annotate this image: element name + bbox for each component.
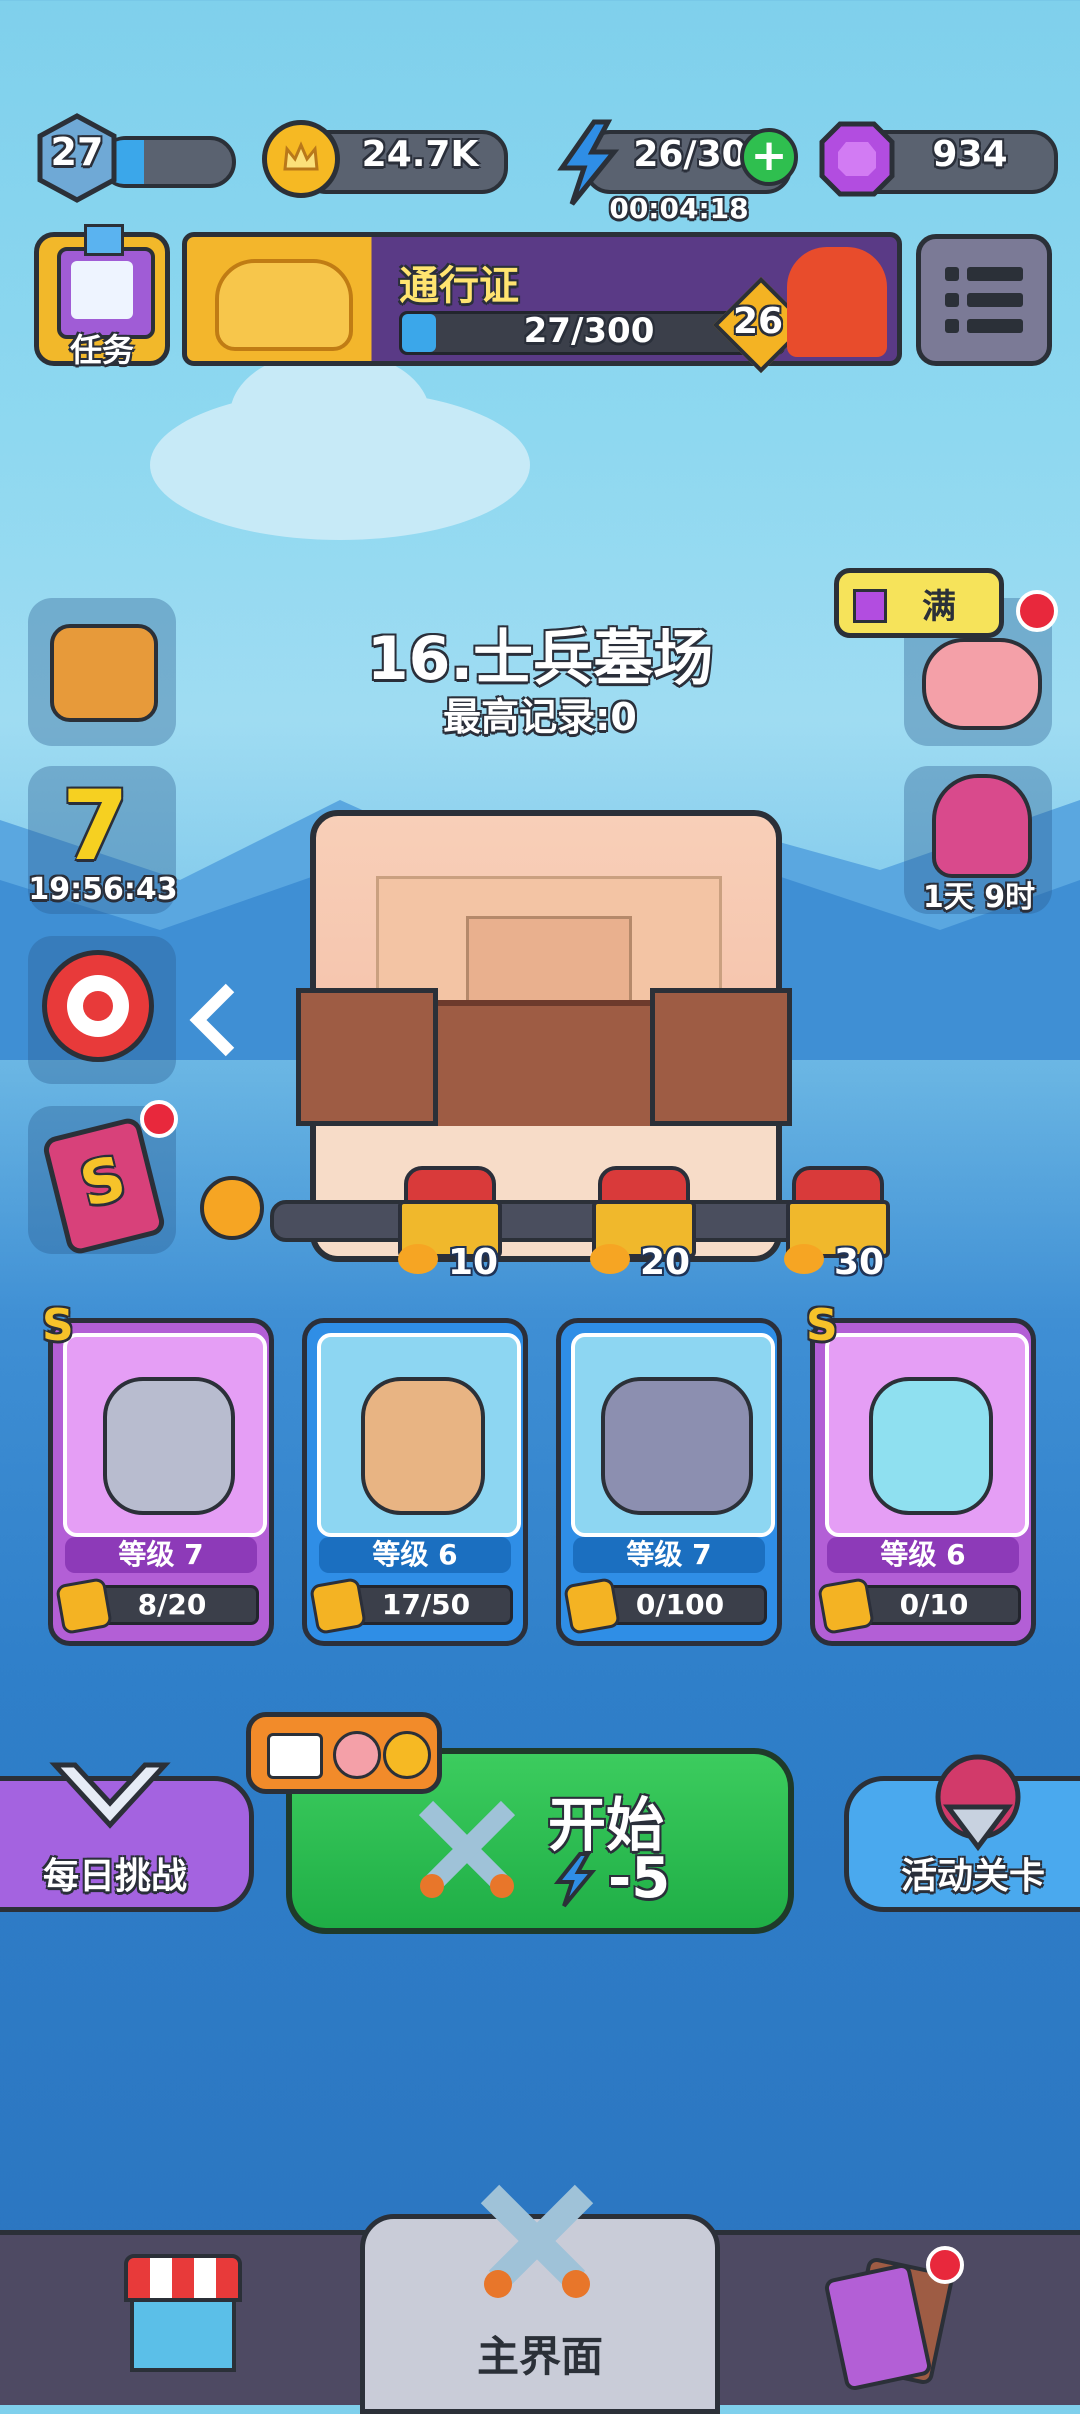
hero-portrait [869, 1377, 993, 1515]
energy-timer: 00:04:18 [609, 192, 749, 225]
sun-moon-icon [590, 1244, 630, 1274]
lucky-seven-timer: 19:56:43 [28, 872, 178, 907]
right-tower [650, 988, 792, 1126]
pass-level: 26 [732, 301, 784, 342]
sun-moon-icon [200, 1176, 264, 1240]
crossed-swords-icon [480, 2184, 594, 2298]
notification-dot [926, 2246, 964, 2284]
player-level: 27 [50, 130, 104, 174]
chest-2-label: 20 [640, 1242, 691, 1283]
gem-icon [819, 121, 895, 197]
hero-card[interactable]: 等级 6 0/10 [810, 1318, 1036, 1646]
shop-icon [124, 2254, 242, 2302]
hero-card[interactable]: 等级 7 0/100 [556, 1318, 782, 1646]
puzzle-piece-icon [55, 1577, 113, 1635]
money-bag-icon [50, 624, 158, 722]
battle-pass-banner[interactable]: 通行证 27/300 26 [182, 232, 902, 374]
investment-button[interactable] [28, 598, 176, 746]
main-tab-label: 主界面 [476, 2332, 603, 2381]
hero-portrait [601, 1377, 753, 1515]
s-card-button[interactable]: S [28, 1100, 178, 1257]
s-card-icon: S [40, 1115, 168, 1257]
hero-portrait [361, 1377, 485, 1515]
event-stage-label: 活动关卡 [900, 1856, 1045, 1897]
xp-bar [100, 136, 236, 188]
hero-level: 等级 7 [65, 1537, 257, 1573]
gem-icon [853, 589, 887, 623]
target-icon [42, 950, 154, 1062]
shield-wings-icon [49, 1762, 171, 1829]
notification-dot [1016, 590, 1058, 632]
daily-challenge-label: 每日挑战 [42, 1856, 187, 1897]
stage-progress-track [270, 1200, 858, 1242]
reward-chest-2[interactable] [592, 1166, 696, 1258]
best-record: 最高记录:0 [443, 695, 637, 739]
coin-icon [262, 120, 340, 198]
puzzle-piece-icon [309, 1577, 367, 1635]
hero-card[interactable]: 等级 6 17/50 [302, 1318, 528, 1646]
crossed-swords-icon [418, 1800, 516, 1898]
ad-boost-button[interactable] [246, 1712, 442, 1794]
shop-tab[interactable] [120, 2254, 242, 2372]
hero-card[interactable]: 等级 7 8/20 [48, 1318, 274, 1646]
hero-portrait [103, 1377, 235, 1515]
hero-level: 等级 7 [573, 1537, 765, 1573]
sun-moon-icon [784, 1244, 824, 1274]
temple-gate [466, 916, 632, 1012]
menu-button[interactable] [916, 234, 1052, 366]
reward-chest-3[interactable] [786, 1166, 890, 1258]
collapse-arrow-icon[interactable] [186, 980, 246, 1060]
helmet-icon [935, 1754, 1021, 1852]
event-hero-timer: 1天 9时 [922, 880, 1036, 915]
energy-amount: 26/30 [633, 134, 747, 175]
stage-title: 16.士兵墓场 [366, 624, 714, 694]
coin-amount: 24.7K [361, 134, 479, 175]
hero-level: 等级 6 [827, 1537, 1019, 1573]
battle-pass-title: 通行证 [399, 263, 519, 309]
reward-chest-1[interactable] [398, 1166, 502, 1258]
seven-icon: 7 [62, 770, 129, 882]
coin-icon [383, 1731, 431, 1779]
piggy-bank-icon [922, 638, 1042, 730]
chest-3-label: 30 [834, 1242, 885, 1283]
hero-rank: S [42, 1300, 74, 1351]
crown-icon [84, 224, 124, 256]
gem-amount: 934 [932, 134, 1008, 175]
puzzle-piece-icon [563, 1577, 621, 1635]
left-tower [296, 988, 438, 1126]
pass-chest-icon [215, 259, 353, 351]
pass-hero-portrait [787, 247, 887, 357]
add-energy-button[interactable]: + [740, 128, 798, 186]
puzzle-piece-icon [817, 1577, 875, 1635]
hero-portrait-icon [932, 774, 1032, 878]
notification-dot [140, 1100, 178, 1138]
video-icon [267, 1733, 323, 1779]
chest-1-label: 10 [448, 1242, 499, 1283]
quests-label: 任务 [69, 331, 134, 369]
target-button[interactable] [28, 936, 176, 1084]
piggy-icon [333, 1731, 381, 1779]
event-stage-button[interactable]: 活动关卡 [844, 1754, 1080, 1912]
energy-icon [553, 1852, 597, 1908]
cards-tab[interactable] [823, 2246, 964, 2392]
start-cost: -5 [608, 1846, 671, 1911]
piggy-full-label: 满 [834, 568, 1004, 638]
cloud-decoration [230, 350, 430, 480]
daily-challenge-button[interactable]: 每日挑战 [0, 1762, 254, 1912]
hero-rank: S [806, 1300, 838, 1351]
hero-level: 等级 6 [319, 1537, 511, 1573]
sun-moon-icon [398, 1244, 438, 1274]
